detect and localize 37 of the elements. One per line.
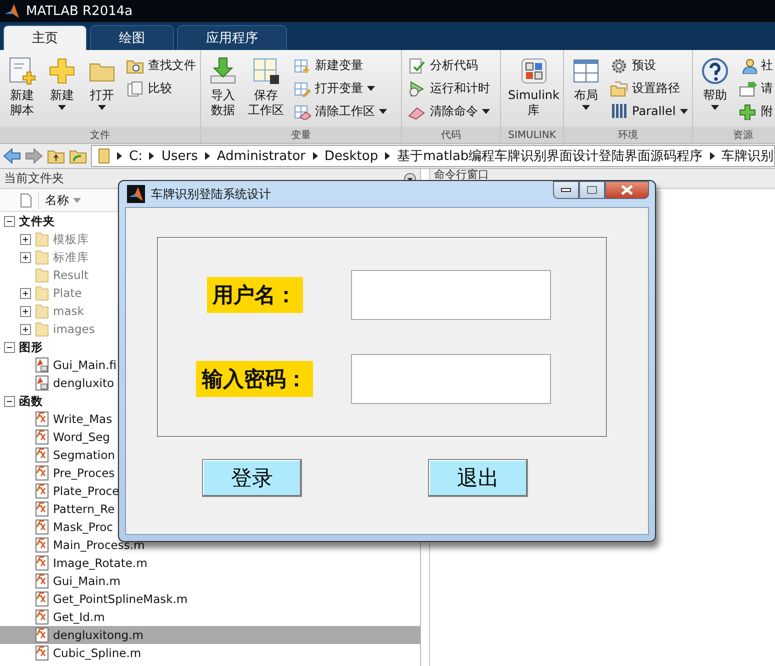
window-title: MATLAB R2014a (26, 4, 133, 18)
file-name: Cubic_Spline.m (53, 646, 142, 660)
file-name: images (53, 322, 95, 336)
group-label: SIMULINK (501, 127, 563, 143)
file-name: dengluxito (53, 376, 114, 390)
file-name: 图形 (19, 340, 43, 354)
field-label: 输入密码： (196, 361, 313, 397)
file-name: 文件夹 (19, 214, 55, 228)
file-name: Gui_Main.m (53, 574, 120, 588)
group-label: 变量 (201, 127, 401, 143)
file-name: mask (53, 304, 84, 318)
file-name: Segmation (53, 448, 115, 462)
file-name: Gui_Main.fi (53, 358, 116, 372)
dialog-title: 车牌识别登陆系统设计 (151, 186, 272, 202)
group-label: 文件 (0, 127, 200, 143)
file-name: Main_Process.m (53, 538, 145, 552)
file-name: 函数 (19, 394, 43, 408)
file-name: Word_Seg (53, 430, 110, 444)
file-name: Pattern_Re (53, 502, 115, 516)
file-name: dengluxitong.m (53, 628, 144, 642)
file-name: Pre_Proces (53, 466, 115, 480)
file-name: Get_Id.m (53, 610, 105, 624)
group-label: 环境 (564, 127, 692, 143)
file-name: Write_Mas (53, 412, 112, 426)
file-name: Result (53, 268, 89, 282)
file-name: 模板库 (53, 232, 89, 246)
file-name: 标准库 (53, 250, 89, 264)
panel-title: 当前文件夹 (4, 170, 64, 187)
panel-title: 命令行窗口 (434, 169, 489, 180)
field-label: 用户名： (206, 277, 302, 313)
group-label: 代码 (402, 127, 500, 143)
file-name: Plate_Proce (53, 484, 120, 498)
file-name: Image_Rotate.m (53, 556, 148, 570)
group-label: 资源 (693, 127, 775, 143)
file-name: Mask_Proc (53, 520, 113, 534)
file-name: Get_PointSplineMask.m (53, 592, 188, 606)
file-name: Plate (53, 286, 82, 300)
